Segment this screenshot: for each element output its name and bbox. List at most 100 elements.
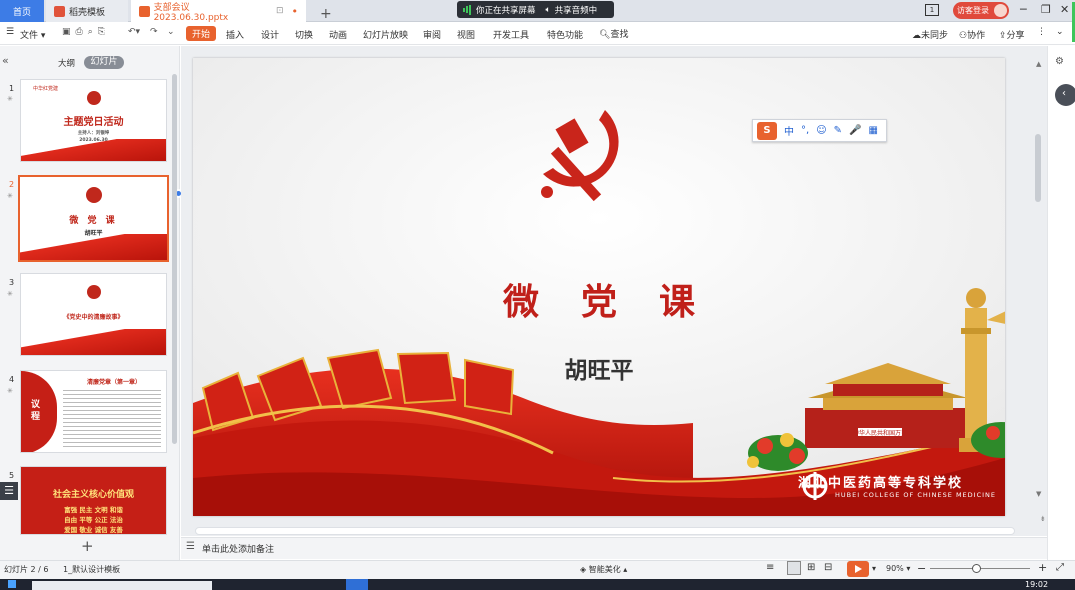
sidebar-collapse-button[interactable]: ‹ [1055,84,1075,106]
visitor-login-label: 访客登录 [957,6,989,15]
sogou-logo-icon[interactable]: S [757,121,777,140]
menu-start[interactable]: 开始 [186,26,216,41]
sidebar-settings-icon[interactable]: ⚙︎ [1055,56,1064,67]
menu-start-label: 开始 [191,30,210,40]
zoom-slider-handle[interactable] [972,564,981,573]
pin-icon[interactable]: ⊡ [276,6,284,16]
tab-template[interactable]: 稻壳模板 [46,0,128,22]
panel-scrollbar[interactable] [172,74,177,444]
visitor-login-button[interactable]: 访客登录 [953,2,1009,19]
collapse-ribbon-icon[interactable]: ⌄ [1056,27,1064,37]
notes-placeholder[interactable]: 单击此处添加备注 [202,542,274,555]
slide-thumbnail-3[interactable]: 《党史中的清廉故事》 [20,273,167,356]
search-button[interactable]: 🔍︎查找 [599,27,628,40]
quick-access-icons[interactable]: ▣⎙⌕⎘ [62,27,110,37]
minimize-button[interactable]: ─ [1020,3,1027,16]
more-options-icon[interactable]: ⋮ [1037,27,1046,37]
tab-document[interactable]: 支部会议2023.06.30.pptx ⊡ • [131,0,306,23]
notes-toggle-icon[interactable]: ≡ [766,562,774,573]
tab-home[interactable]: 首页 [0,0,44,22]
status-bar [0,560,1075,579]
menu-review[interactable]: 审阅 [423,28,441,41]
file-menu[interactable]: 文件 ▾ [20,28,45,41]
scroll-up-icon[interactable]: ▲ [1036,60,1041,68]
screen-share-bar[interactable]: 你正在共享屏幕 🔈︎ 共享音频中 [457,1,614,18]
thumb-body-text [63,387,161,447]
new-tab-button[interactable]: + [312,3,340,25]
more-icon[interactable]: ⌄ [167,27,175,37]
share-icon: ⇪ [999,31,1007,41]
vertical-scrollbar[interactable] [1035,134,1041,202]
share-button[interactable]: ⇪分享 [999,28,1025,41]
punctuation-icon[interactable]: °, [801,125,809,136]
page-count-icon[interactable]: 1 [925,4,939,16]
menu-slideshow[interactable]: 幻灯片放映 [363,28,408,41]
tab-slides[interactable]: 幻灯片 [84,56,124,69]
template-name[interactable]: 1_默认设计模板 [63,564,120,575]
unsaved-dot-icon[interactable]: • [292,5,299,18]
slide-thumbnail-2[interactable]: 微 党 课 胡旺平 [18,175,169,262]
slide-thumbnail-4[interactable]: 议程 清廉党章（第一章） [20,370,167,453]
add-slide-button[interactable]: + [81,537,94,555]
red-flag-decoration [21,329,166,355]
menu-animation[interactable]: 动画 [329,28,347,41]
normal-view-icon[interactable] [787,561,801,575]
menu-design[interactable]: 设计 [261,28,279,41]
reading-view-icon[interactable]: ⊟ [824,562,832,573]
play-slideshow-button[interactable] [847,561,869,577]
menu-insert[interactable]: 插入 [226,28,244,41]
thumb-row: 富强 民主 文明 和谐 [64,506,123,514]
close-button[interactable]: ✕ [1060,3,1069,16]
toolbox-icon[interactable]: ▦ [868,125,877,136]
sorter-view-icon[interactable]: ⊞ [807,562,815,573]
slide-author[interactable]: 胡旺平 [193,351,1005,385]
hamburger-icon[interactable]: ☰ [6,27,14,37]
microphone-icon[interactable]: 🎤 [849,125,861,136]
zoom-in-button[interactable]: + [1038,561,1047,574]
speaker-icon: 🔈︎ [545,4,551,15]
slide-thumbnail-1[interactable]: 中华红党建 主题党日活动 主持人：刘银坤 2023.06.30 [20,79,167,162]
tab-outline[interactable]: 大纲 [58,57,75,69]
red-flag-decoration [21,139,166,161]
redo-icon[interactable]: ↷ [150,27,158,37]
party-emblem-icon [86,285,101,299]
menu-view[interactable]: 视图 [457,28,475,41]
share-label: 分享 [1006,31,1025,41]
slide-thumbnail-5[interactable]: 社会主义核心价值观 富强 民主 文明 和谐 自由 平等 公正 法治 爱国 敬业 … [20,466,167,535]
collab-button[interactable]: ⚇协作 [959,28,985,41]
next-slide-icon[interactable]: ⇟ [1040,515,1046,523]
undo-icon[interactable]: ↶▾ [128,27,140,37]
ime-mode-toggle[interactable]: 中 [784,123,794,138]
avatar [994,4,1007,17]
thumb-number: 4 [9,375,15,384]
beautify-icon: ◈ [580,565,589,574]
handwrite-icon[interactable]: ✎ [834,125,842,136]
horizontal-scrollbar[interactable] [195,527,1015,535]
play-options-icon[interactable]: ▾ [872,564,876,573]
notes-bar [181,537,1047,559]
slide-counter: 幻灯片 2 / 6 [4,565,49,574]
windows-start-icon[interactable] [8,580,16,588]
scroll-down-icon[interactable]: ▼ [1036,490,1041,498]
taskbar-search[interactable] [32,581,212,590]
sync-button[interactable]: ☁︎未同步 [912,28,948,41]
list-view-icon[interactable]: ☰ [0,482,18,500]
fit-page-icon[interactable]: ⤢ [1056,562,1064,573]
ime-toolbar[interactable]: S 中 °, ☺ ✎ 🎤 ▦ [752,119,887,142]
daoke-icon [54,5,65,17]
chevron-left-icon: ‹ [1062,88,1066,99]
menu-developer[interactable]: 开发工具 [493,28,529,41]
zoom-level[interactable]: 90% ▾ [886,564,910,573]
sync-label: 未同步 [921,31,949,41]
collapse-panel-icon[interactable]: « [2,54,9,67]
menu-special[interactable]: 特色功能 [547,28,583,41]
emoji-icon[interactable]: ☺ [816,125,826,136]
zoom-out-button[interactable]: − [917,562,926,575]
restore-button[interactable]: ❐ [1041,3,1051,16]
party-emblem-icon [86,91,101,105]
taskbar-app-icon[interactable] [346,579,368,590]
beautify-button[interactable]: ◈ 智能美化 ▴ [580,564,627,575]
thumb-title: 主题党日活动 [63,117,124,128]
menu-transition[interactable]: 切换 [295,28,313,41]
slide-title[interactable]: 微党课 [193,273,1005,325]
